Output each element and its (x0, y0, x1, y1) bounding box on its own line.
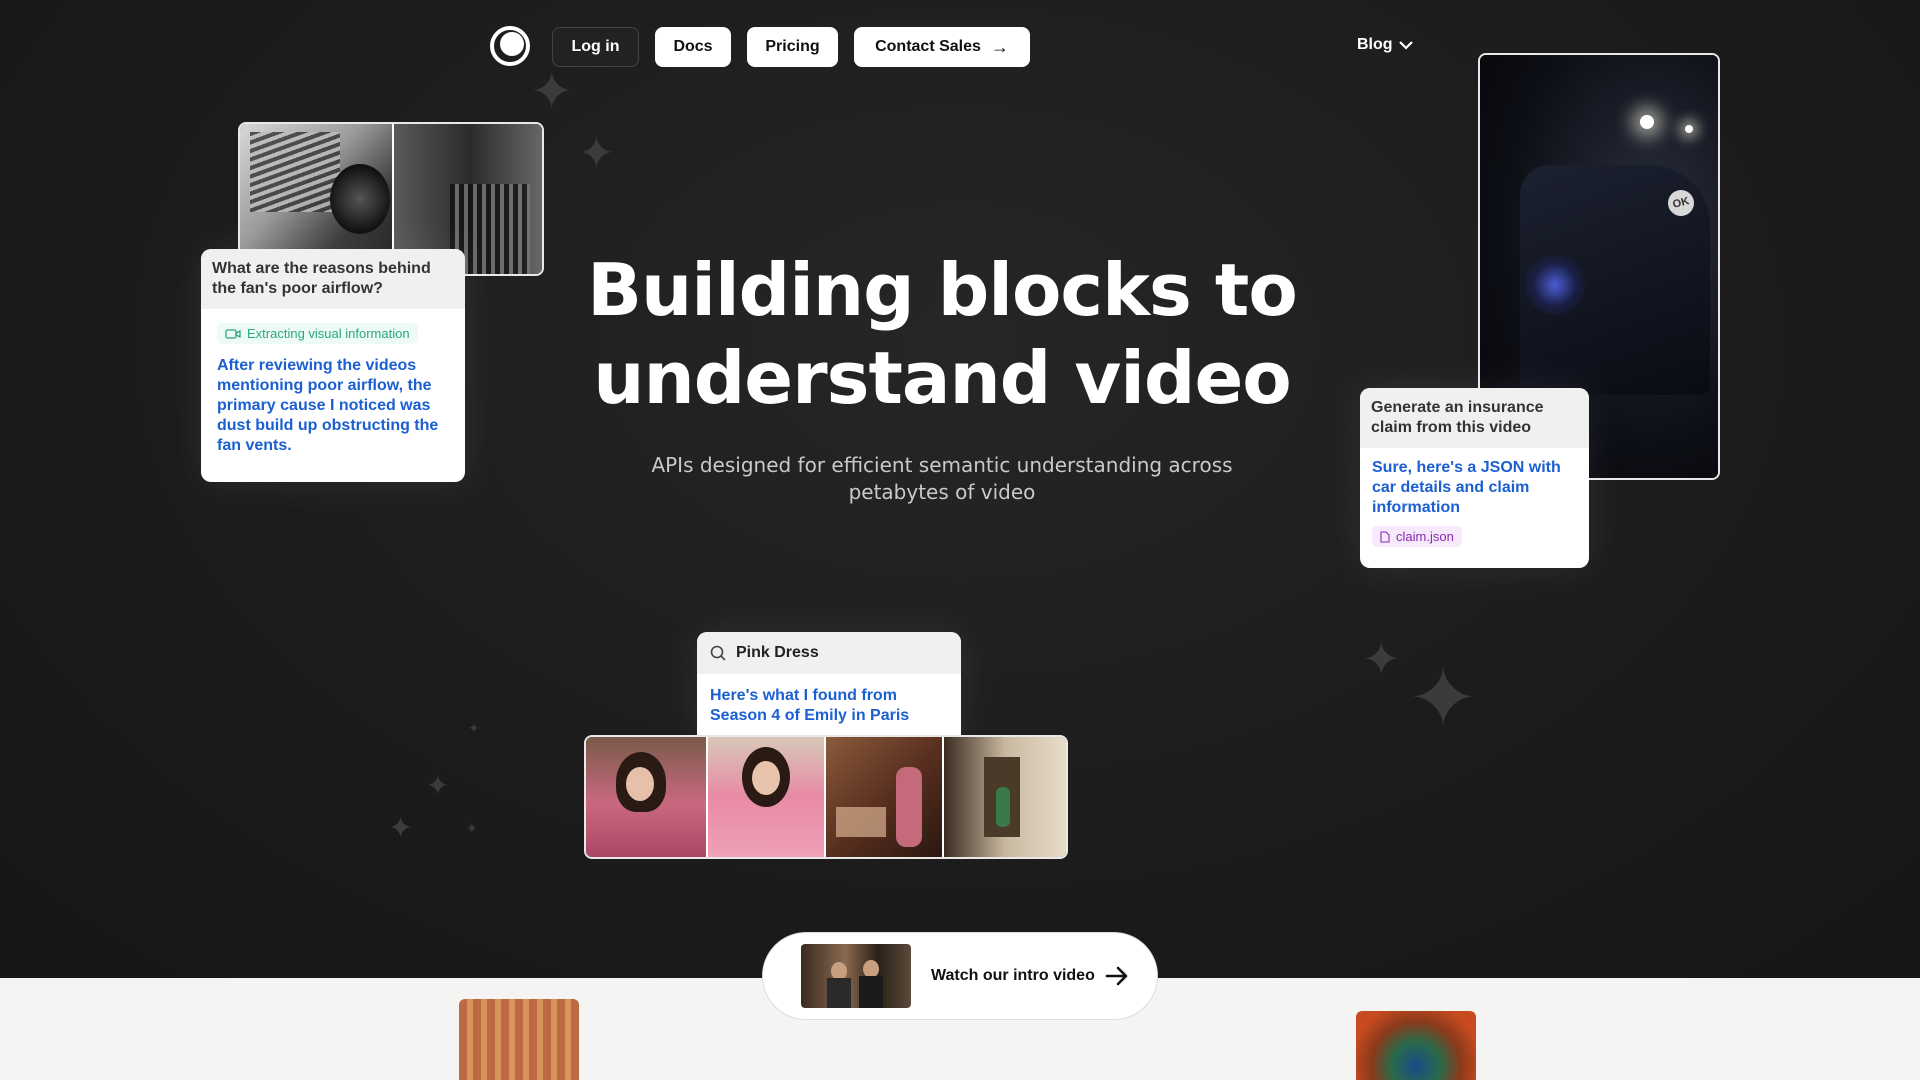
watch-intro-label: Watch our intro video (931, 967, 1095, 984)
blog-label: Blog (1357, 36, 1393, 53)
result-thumbnail[interactable] (586, 737, 706, 857)
building-image (459, 999, 579, 1080)
arrow-right-icon: → (990, 36, 1009, 57)
result-thumbnail[interactable] (708, 737, 824, 857)
file-icon (1380, 530, 1390, 543)
docs-button[interactable]: Docs (655, 27, 731, 67)
sparkle-icon: ✦ (1362, 632, 1401, 686)
search-results-strip[interactable] (584, 735, 1068, 859)
intro-video-thumbnail (801, 944, 911, 1008)
insurance-answer: Sure, here's a JSON with car details and… (1372, 459, 1561, 516)
chevron-down-icon (1398, 41, 1413, 50)
sparkle-icon: ✦ (1408, 649, 1479, 747)
status-badge: Extracting visual information (217, 323, 418, 344)
search-icon (710, 645, 726, 661)
fan-question-card: What are the reasons behind the fan's po… (201, 249, 465, 482)
page-subtitle: APIs designed for efficient semantic und… (600, 452, 1284, 506)
logo-icon[interactable] (490, 26, 530, 66)
watch-intro-button[interactable]: Watch our intro video (762, 932, 1158, 1020)
peacock-image (1356, 1011, 1476, 1080)
arrow-right-icon (1105, 966, 1128, 986)
status-text: Extracting visual information (247, 326, 410, 341)
pricing-label: Pricing (765, 38, 820, 55)
insurance-question-card: Generate an insurance claim from this vi… (1360, 388, 1589, 568)
hero-section: ✦ ✦ ✦ ✦ ✦ ✦ ✦ ✦ Log in Docs Pricing Cont… (0, 0, 1920, 978)
search-answer: Here's what I found from Season 4 of Emi… (710, 687, 910, 724)
subtitle-line-2: petabytes of video (848, 480, 1036, 504)
pricing-button[interactable]: Pricing (747, 27, 838, 67)
search-query: Pink Dress (736, 644, 819, 661)
video-icon (225, 328, 241, 339)
sparkle-icon: ✦ (388, 811, 414, 846)
sparkle-icon: ✦ (468, 721, 480, 737)
file-name: claim.json (1396, 529, 1454, 544)
title-line-2: understand video (593, 336, 1292, 420)
sparkle-icon: ✦ (426, 769, 450, 802)
blog-menu[interactable]: Blog (1357, 36, 1413, 54)
file-attachment[interactable]: claim.json (1372, 526, 1462, 547)
fan-answer: After reviewing the videos mentioning po… (217, 357, 439, 454)
fan-question: What are the reasons behind the fan's po… (201, 249, 465, 309)
search-bar[interactable]: Pink Dress (697, 632, 961, 674)
sparkle-icon: ✦ (466, 821, 478, 837)
contact-sales-label: Contact Sales (875, 38, 981, 55)
subtitle-line-1: APIs designed for efficient semantic und… (651, 453, 1233, 477)
docs-label: Docs (673, 38, 713, 55)
contact-sales-button[interactable]: Contact Sales → (854, 27, 1030, 67)
sparkle-icon: ✦ (530, 62, 574, 122)
login-button[interactable]: Log in (552, 27, 639, 67)
title-line-1: Building blocks to (587, 248, 1298, 332)
sparkle-icon: ✦ (578, 128, 615, 179)
result-thumbnail[interactable] (944, 737, 1066, 857)
login-label: Log in (571, 38, 620, 55)
result-thumbnail[interactable] (826, 737, 942, 857)
insurance-question: Generate an insurance claim from this vi… (1360, 388, 1589, 448)
page-title: Building blocks to understand video (560, 246, 1324, 422)
search-card: Pink Dress Here's what I found from Seas… (697, 632, 961, 744)
